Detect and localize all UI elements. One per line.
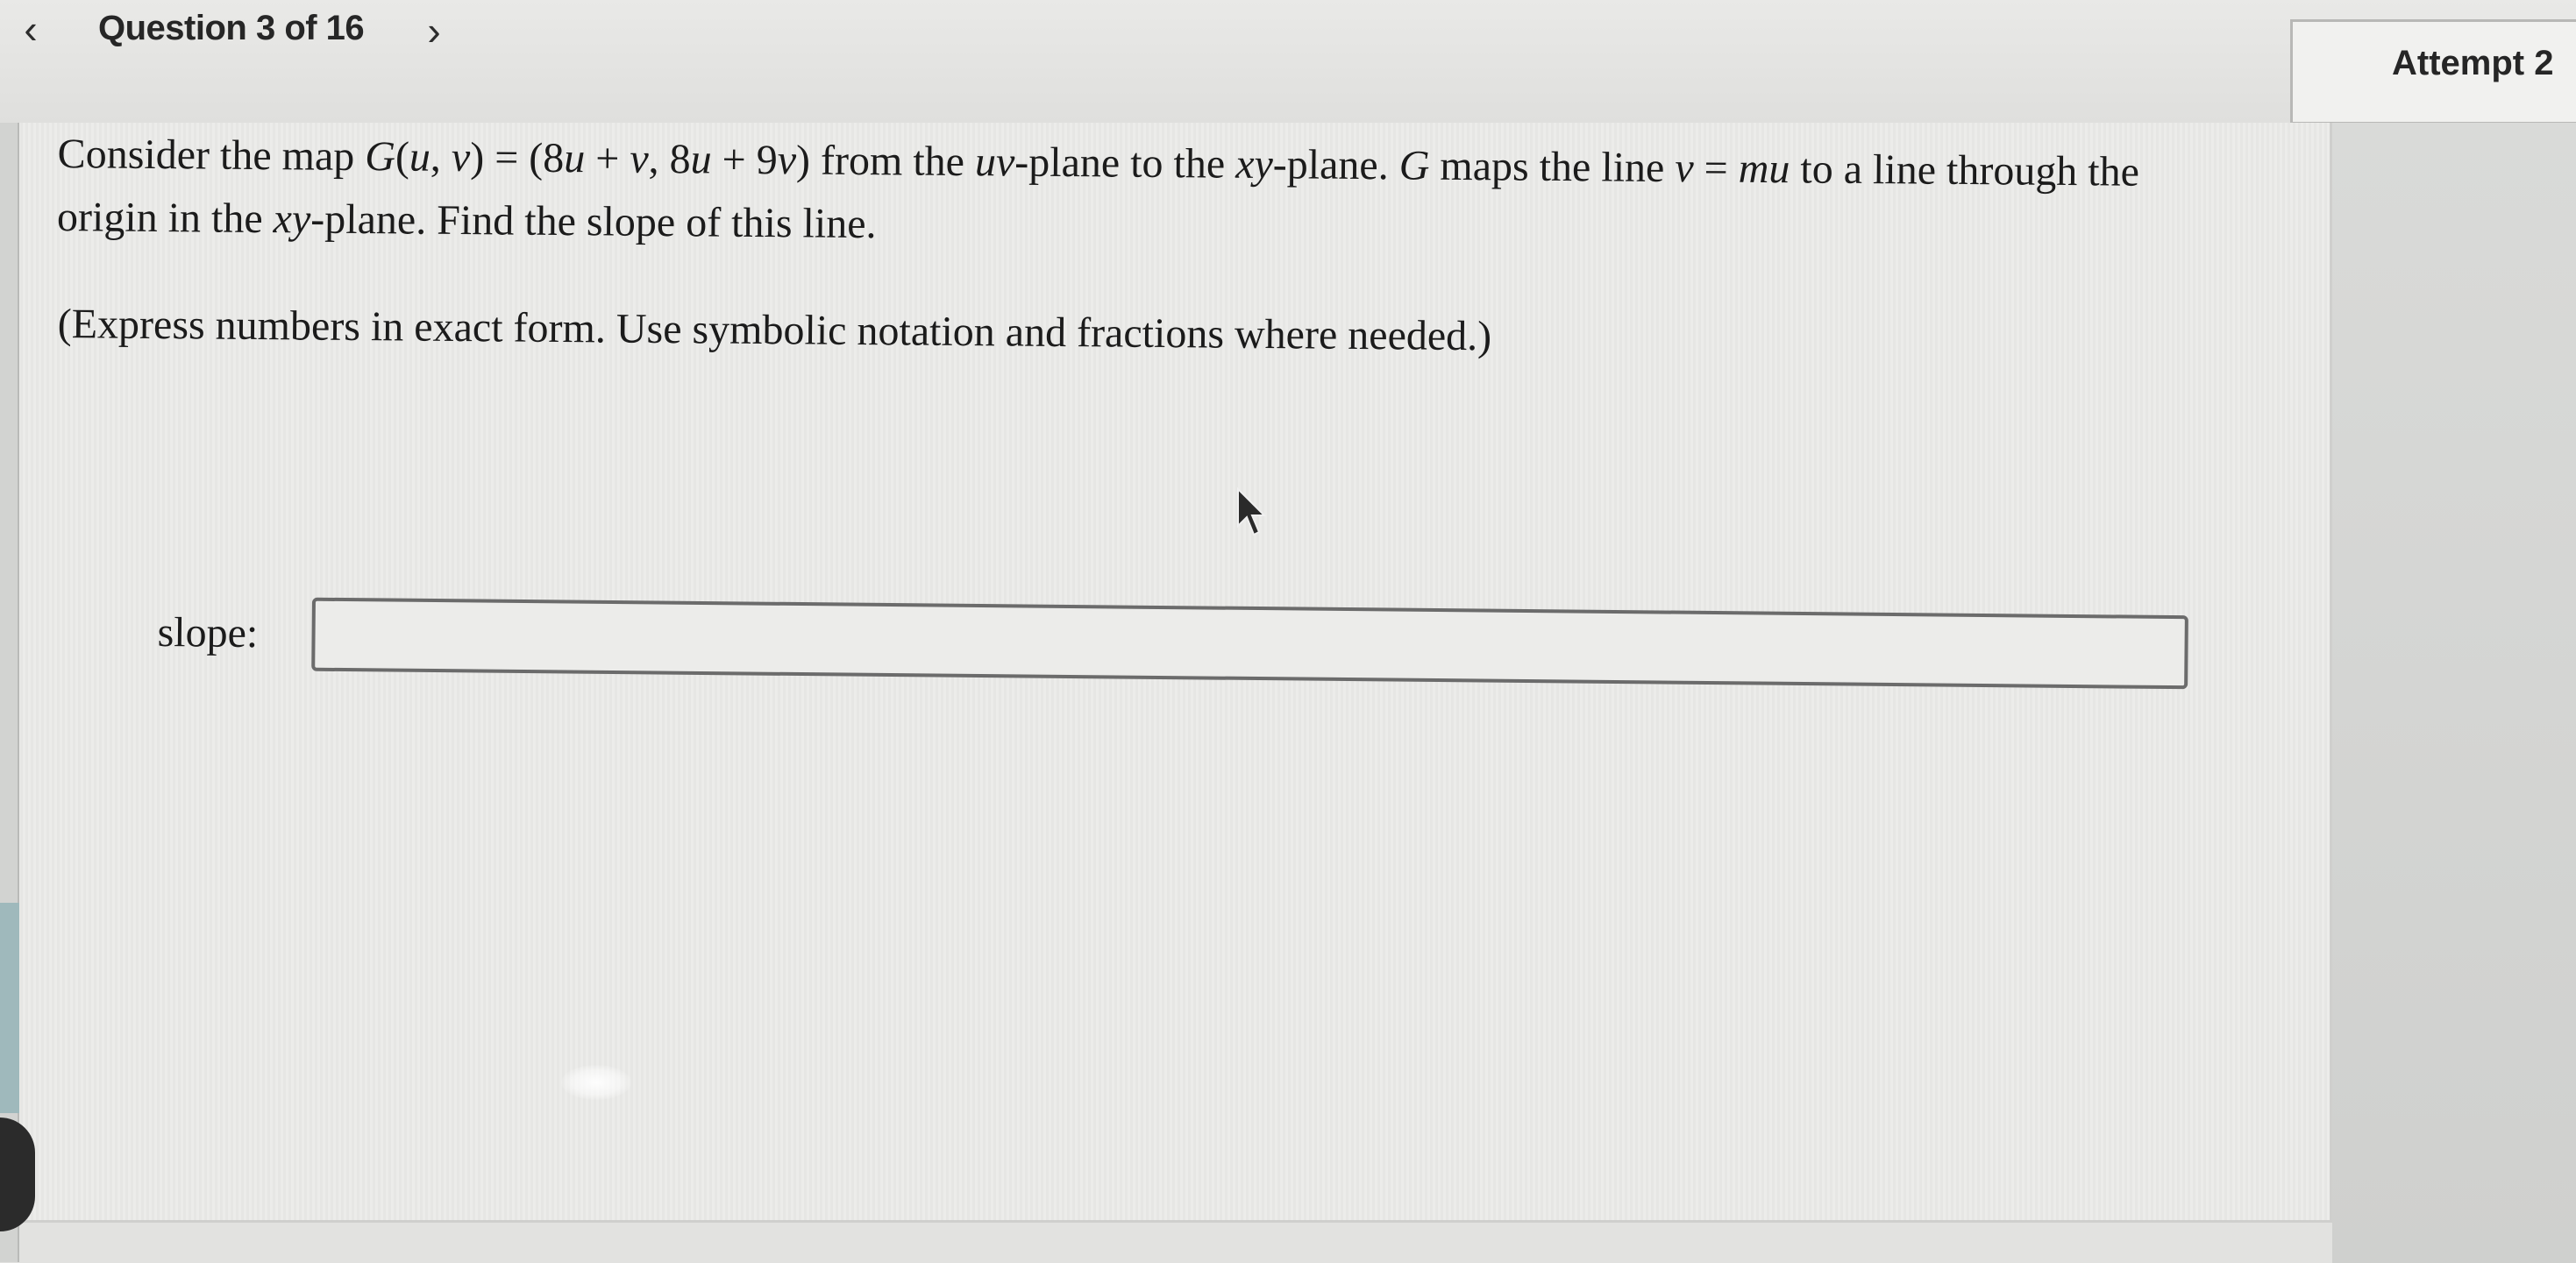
previous-question-button[interactable]: ‹	[9, 7, 53, 51]
chevron-left-icon: ‹	[24, 6, 38, 52]
screen-glare	[561, 1065, 631, 1100]
prompt-text: + 9	[711, 136, 778, 184]
prompt-text: to a line through the	[1790, 145, 2140, 195]
question-prompt: Consider the map G(u, v) = (8u + v, 8u +…	[57, 123, 2355, 269]
math-var: xy	[1235, 140, 1274, 188]
prompt-text: Consider the map	[57, 130, 366, 181]
math-var: u	[409, 133, 431, 181]
left-floating-button[interactable]	[0, 1118, 35, 1231]
next-question-button[interactable]: ›	[412, 9, 456, 53]
math-var: xy	[273, 195, 311, 243]
prompt-text: maps the line	[1429, 142, 1676, 192]
math-var: v	[451, 133, 471, 181]
math-var: u	[564, 135, 586, 182]
math-var: v	[777, 137, 797, 184]
prompt-text: , 8	[648, 135, 691, 183]
math-var: G	[365, 133, 396, 181]
prompt-text: origin in the	[56, 193, 274, 243]
question-nav-bar: ‹ Question 3 of 16 ›	[0, 0, 2576, 123]
prompt-text: -plane. Find the slope of this line.	[310, 195, 877, 248]
prompt-text: ,	[430, 133, 452, 181]
prompt-text: -plane to the	[1014, 138, 1236, 188]
prompt-text: -plane.	[1272, 141, 1399, 189]
question-counter: Question 3 of 16	[98, 9, 365, 47]
right-gutter	[2332, 123, 2576, 1263]
math-var: v	[1675, 145, 1694, 192]
prompt-text: ) from the	[795, 137, 976, 186]
math-var: u	[690, 136, 712, 183]
math-var: v	[630, 135, 649, 182]
attempt-label: Attempt 2	[2392, 44, 2554, 82]
math-var: mu	[1738, 145, 1790, 193]
prompt-text: ) = (8	[470, 134, 565, 182]
prompt-text: (	[395, 133, 410, 181]
mouse-pointer-icon	[1237, 487, 1266, 536]
answer-row: slope:	[157, 596, 2192, 712]
prompt-text: +	[585, 135, 630, 182]
math-var: uv	[974, 138, 1015, 186]
chevron-right-icon: ›	[427, 8, 441, 53]
left-sidebar-accent	[0, 903, 19, 1113]
math-var: G	[1398, 142, 1430, 189]
slope-label: slope:	[157, 608, 259, 657]
prompt-text: =	[1693, 145, 1739, 192]
